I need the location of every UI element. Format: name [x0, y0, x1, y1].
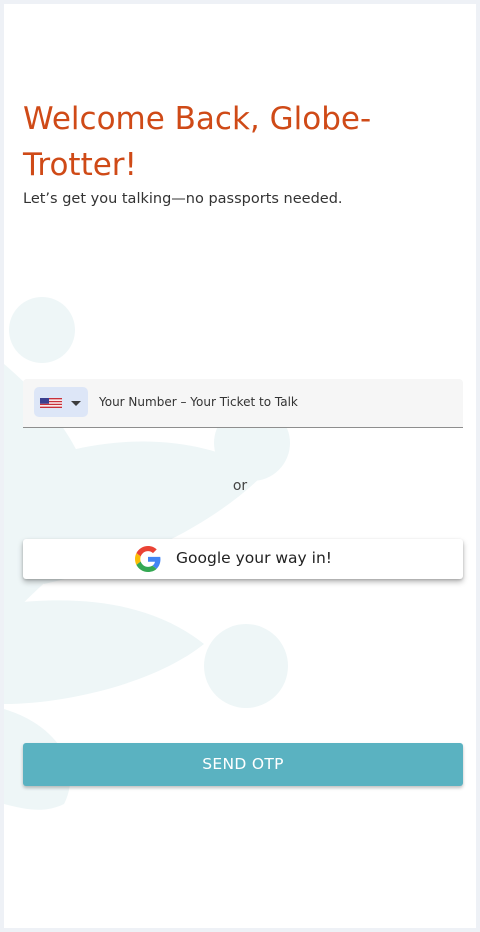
send-otp-label: SEND OTP	[202, 755, 284, 773]
us-flag-icon	[40, 398, 62, 408]
google-sign-in-button[interactable]: Google your way in!	[23, 539, 463, 579]
page-title: Welcome Back, Globe-Trotter!	[23, 101, 372, 183]
phone-number-input[interactable]	[99, 389, 449, 415]
send-otp-button[interactable]: SEND OTP	[23, 743, 463, 786]
phone-number-field	[23, 379, 463, 428]
chevron-down-icon	[71, 401, 81, 406]
page-subtitle: Let’s get you talking—no passports neede…	[23, 191, 343, 207]
login-screen: Welcome Back, Globe-Trotter! Let’s get y…	[4, 4, 476, 928]
or-divider: or	[232, 478, 248, 494]
google-button-label: Google your way in!	[176, 549, 332, 567]
google-icon	[135, 546, 161, 572]
country-code-select[interactable]	[34, 387, 88, 417]
